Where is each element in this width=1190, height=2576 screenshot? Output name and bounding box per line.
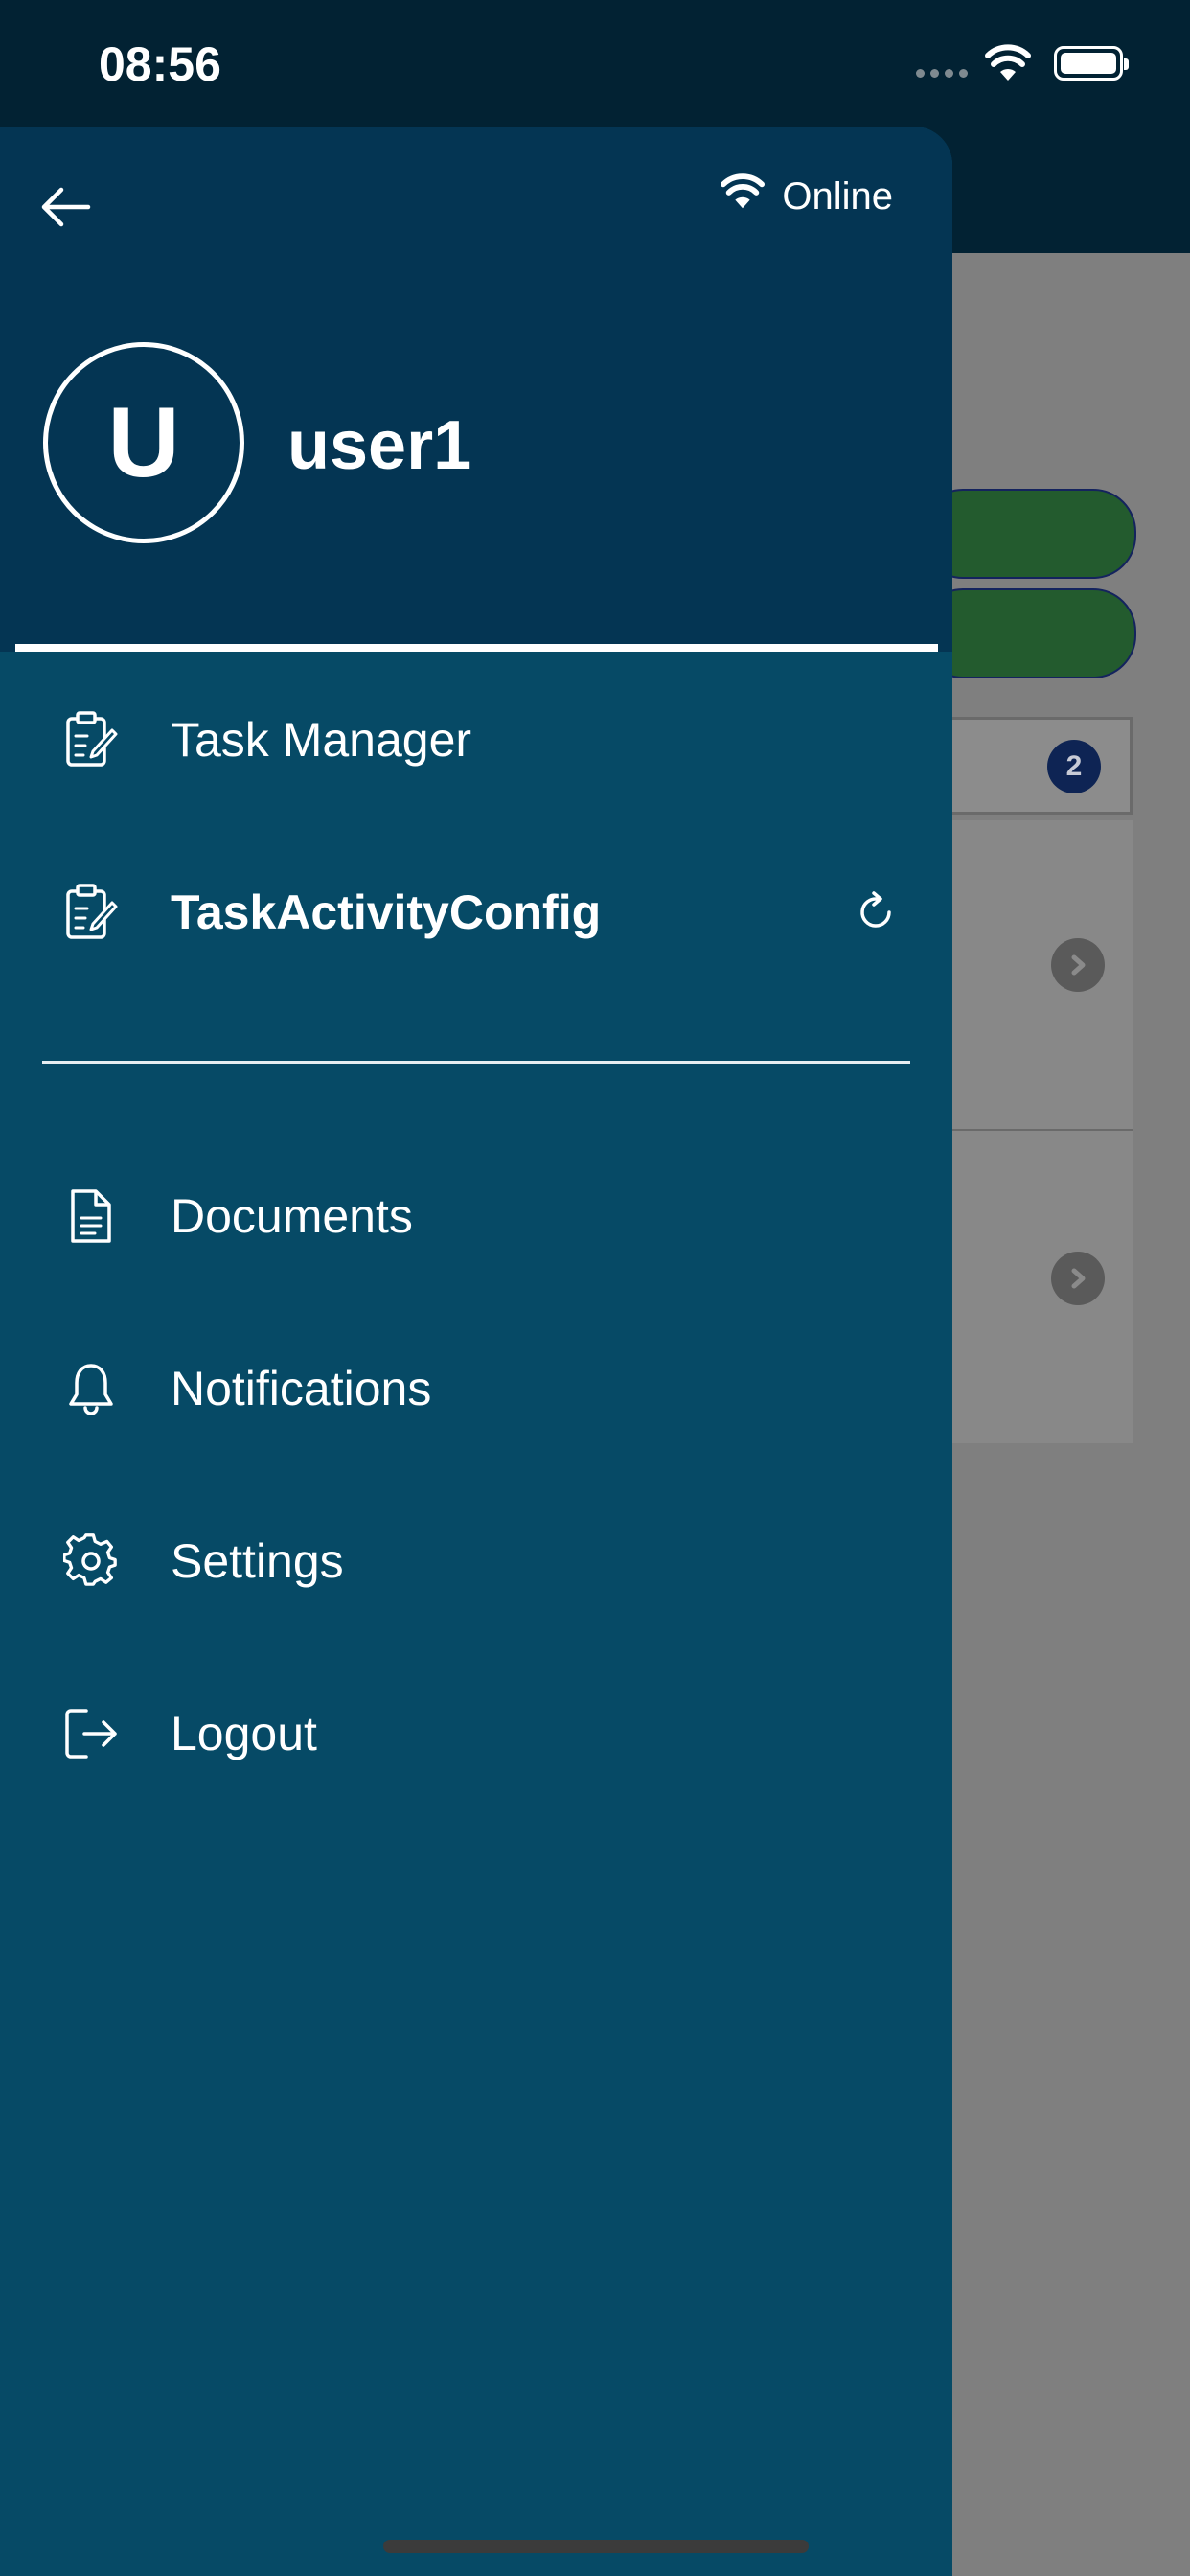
connection-status-label: Online (782, 174, 893, 218)
menu-item-documents[interactable]: Documents (0, 1159, 952, 1274)
arrow-left-icon (38, 186, 92, 233)
navigation-drawer: Online U user1 Task Manager TaskActivity… (0, 126, 952, 2576)
menu-item-label: Logout (171, 1707, 317, 1760)
chevron-right-icon (1051, 938, 1105, 992)
back-button[interactable] (38, 180, 105, 238)
username: user1 (287, 407, 472, 484)
menu-item-logout[interactable]: Logout (0, 1676, 952, 1791)
avatar: U (43, 342, 244, 543)
menu-item-notifications[interactable]: Notifications (0, 1331, 952, 1446)
menu-item-label: Settings (171, 1534, 344, 1588)
header-divider (15, 644, 938, 652)
menu-item-settings[interactable]: Settings (0, 1504, 952, 1619)
status-time: 08:56 (99, 37, 221, 91)
gear-icon (59, 1530, 123, 1593)
menu-item-label: TaskActivityConfig (171, 886, 602, 939)
battery-icon (1054, 46, 1129, 80)
wifi-icon (721, 172, 766, 220)
menu-divider (42, 1061, 910, 1064)
connection-status: Online (721, 172, 893, 220)
drawer-header: Online U user1 (0, 126, 952, 652)
menu-item-label: Notifications (171, 1362, 432, 1415)
chevron-right-icon (1051, 1252, 1105, 1305)
clipboard-edit-icon (59, 881, 123, 944)
logout-icon (59, 1702, 123, 1765)
signal-dots-icon (916, 69, 972, 79)
document-icon (59, 1184, 123, 1248)
home-indicator[interactable] (383, 2540, 809, 2553)
refresh-icon[interactable] (849, 886, 903, 939)
menu-item-task-manager[interactable]: Task Manager (0, 682, 952, 797)
menu-item-label: Task Manager (171, 713, 472, 767)
menu-item-label: Documents (171, 1189, 413, 1243)
wifi-status-icon (985, 44, 1031, 87)
bell-icon (59, 1357, 123, 1420)
background-count-badge: 2 (1047, 740, 1101, 794)
menu-item-task-activity-config[interactable]: TaskActivityConfig (0, 855, 952, 970)
clipboard-edit-icon (59, 708, 123, 771)
